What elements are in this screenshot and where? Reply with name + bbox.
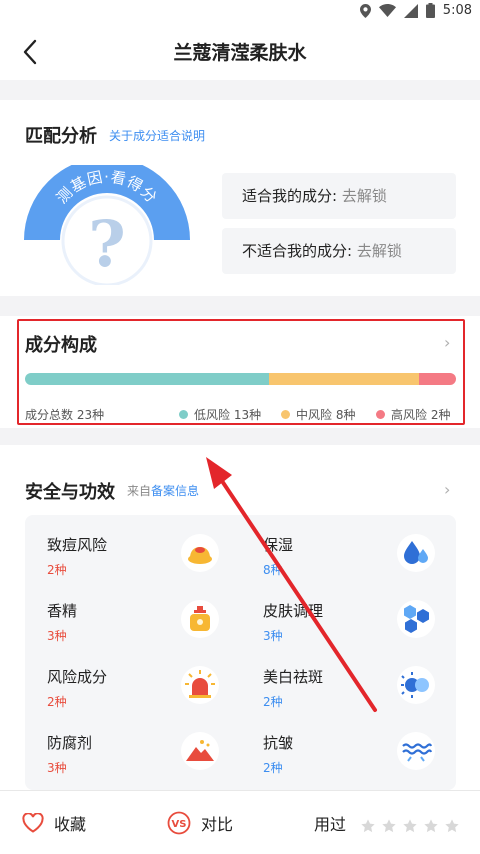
water-drop-icon[interactable]	[396, 533, 436, 573]
unsuitable-unlock[interactable]: 去解锁	[357, 242, 402, 260]
cell-risk-ingredient-count: 2种	[47, 695, 67, 709]
vs-badge: VS	[172, 819, 187, 830]
cell-fragrance-name: 香精	[47, 602, 78, 620]
star-icon[interactable]	[402, 818, 418, 834]
rating-stars[interactable]	[360, 818, 460, 834]
perfume-icon[interactable]	[180, 599, 220, 639]
signal-icon	[403, 3, 418, 18]
star-icon[interactable]	[423, 818, 439, 834]
cell-preservative-name: 防腐剂	[47, 734, 93, 752]
gene-test-gauge[interactable]: 测基因·看得分 ?	[24, 165, 190, 285]
status-bar: 5:08	[0, 0, 480, 24]
favorite-label: 收藏	[54, 815, 87, 834]
used-label-group: 用过	[314, 811, 346, 835]
sun-icon[interactable]	[396, 665, 436, 705]
cell-preservative-count: 3种	[47, 761, 67, 775]
acne-icon[interactable]	[180, 533, 220, 573]
preservative-icon[interactable]	[180, 731, 220, 771]
suitable-label: 适合我的成分:	[242, 187, 338, 205]
used-label: 用过	[314, 815, 347, 834]
compare-button[interactable]: VS 对比	[167, 811, 233, 835]
cell-anti-wrinkle-name: 抗皱	[263, 734, 294, 752]
cell-whitening-count: 2种	[263, 695, 283, 709]
alarm-light-icon[interactable]	[180, 665, 220, 705]
cell-anti-wrinkle-count: 2种	[263, 761, 283, 775]
cell-fragrance-count: 3种	[47, 629, 67, 643]
clock: 5:08	[442, 3, 472, 18]
wave-icon[interactable]	[396, 731, 436, 771]
page-title: 兰蔻清滢柔肤水	[173, 42, 307, 64]
cell-skin-conditioning-count: 3种	[263, 629, 283, 643]
unsuitable-label: 不适合我的成分:	[242, 242, 353, 260]
safety-chevron-icon[interactable]: ›	[444, 480, 450, 499]
compare-label: 对比	[201, 815, 234, 834]
cell-moisturizing-count: 8种	[263, 563, 283, 577]
highlight-frame	[17, 319, 465, 425]
favorite-button[interactable]: 收藏	[22, 811, 86, 835]
header: 兰蔻清滢柔肤水	[0, 24, 480, 80]
suitability-info-link[interactable]: 关于成分适合说明	[109, 127, 205, 144]
filing-info-link[interactable]: 备案信息	[151, 484, 199, 498]
hexagon-cells-icon[interactable]	[396, 599, 436, 639]
star-icon[interactable]	[444, 818, 460, 834]
safety-title: 安全与功效	[25, 482, 115, 503]
cell-whitening-name: 美白祛斑	[263, 668, 324, 686]
cell-moisturizing-name: 保湿	[263, 536, 294, 554]
heart-icon	[22, 813, 44, 833]
cell-skin-conditioning-name: 皮肤调理	[263, 602, 324, 620]
wifi-icon	[378, 4, 396, 17]
location-icon	[359, 3, 371, 18]
battery-icon	[425, 3, 435, 18]
unsuitable-ingredients-box[interactable]: 不适合我的成分: 去解锁	[222, 228, 456, 274]
cell-acne-risk-name: 致痘风险	[47, 536, 108, 554]
match-analysis-title: 匹配分析	[25, 126, 97, 147]
suitable-ingredients-box[interactable]: 适合我的成分: 去解锁	[222, 173, 456, 219]
star-icon[interactable]	[381, 818, 397, 834]
cell-acne-risk-count: 2种	[47, 563, 67, 577]
vs-icon: VS	[167, 811, 191, 835]
star-icon[interactable]	[360, 818, 376, 834]
source-prefix: 来自	[127, 484, 152, 498]
suitable-unlock[interactable]: 去解锁	[342, 187, 387, 205]
cell-risk-ingredient-name: 风险成分	[47, 668, 108, 686]
question-mark-icon: ?	[88, 207, 126, 282]
safety-source: 来自备案信息	[127, 482, 199, 499]
bottom-action-bar: 收藏 VS 对比 用过	[0, 790, 480, 854]
